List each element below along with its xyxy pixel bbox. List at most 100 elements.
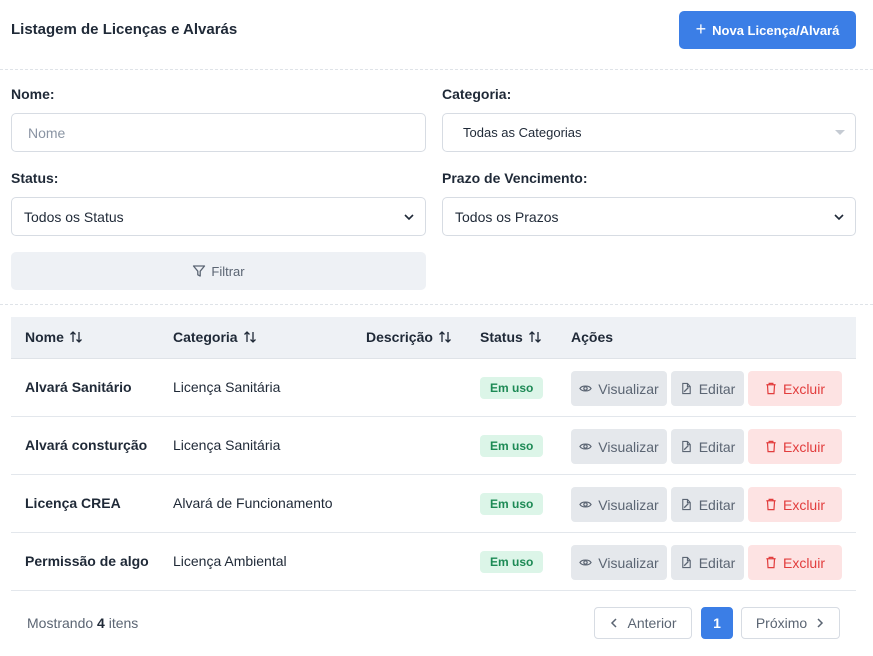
delete-button[interactable]: Excluir: [748, 429, 842, 464]
delete-button-label: Excluir: [782, 438, 825, 455]
plus-icon: +: [695, 19, 707, 39]
sort-icon: [528, 330, 542, 344]
edit-button-label: Editar: [698, 496, 736, 513]
sort-icon: [243, 330, 257, 344]
eye-icon: [579, 382, 593, 395]
chevron-down-icon: [833, 211, 845, 223]
status-badge: Em uso: [480, 377, 544, 399]
page-title: Listagem de Licenças e Alvarás: [11, 21, 238, 38]
cell-category: Licença Sanitária: [173, 437, 281, 453]
eye-icon: [579, 498, 593, 511]
page-button-current[interactable]: 1: [701, 607, 733, 639]
column-header-label: Categoria: [173, 329, 238, 345]
delete-button[interactable]: Excluir: [748, 487, 842, 522]
delete-button[interactable]: Excluir: [748, 371, 842, 406]
view-button[interactable]: Visualizar: [571, 429, 667, 464]
filter-button-label: Filtrar: [211, 263, 245, 279]
eye-icon: [579, 556, 593, 569]
status-select[interactable]: Todos os Status: [11, 197, 426, 236]
deadline-select[interactable]: Todos os Prazos: [442, 197, 856, 236]
filter-icon: [192, 264, 206, 278]
edit-button[interactable]: Editar: [671, 545, 744, 580]
edit-icon: [680, 498, 693, 511]
cell-name: Alvará Sanitário: [25, 379, 132, 395]
trash-icon: [765, 440, 777, 453]
delete-button-label: Excluir: [782, 554, 825, 571]
item-count: Mostrando 4 itens: [27, 615, 138, 631]
table-row: Alvará consturção Licença Sanitária Em u…: [11, 417, 856, 475]
column-header-actions: Ações: [571, 329, 613, 345]
filter-button[interactable]: Filtrar: [11, 252, 426, 290]
previous-page-button[interactable]: Anterior: [594, 607, 692, 639]
next-page-label: Próximo: [755, 615, 808, 631]
table-row: Alvará Sanitário Licença Sanitária Em us…: [11, 359, 856, 417]
column-header-label: Descrição: [366, 329, 433, 345]
trash-icon: [765, 556, 777, 569]
trash-icon: [765, 498, 777, 511]
new-license-button[interactable]: + Nova Licença/Alvará: [679, 11, 856, 49]
table-row: Permissão de algo Licença Ambiental Em u…: [11, 533, 856, 591]
trash-icon: [765, 382, 777, 395]
cell-name: Permissão de algo: [25, 553, 149, 569]
table-header: Nome Categoria Descrição Status Ações: [11, 317, 856, 359]
category-select[interactable]: Todas as Categorias: [442, 113, 856, 152]
section-divider: [0, 304, 873, 305]
column-header-category[interactable]: Categoria: [173, 329, 257, 345]
edit-button-label: Editar: [698, 380, 736, 397]
edit-icon: [680, 382, 693, 395]
deadline-select-value: Todos os Prazos: [455, 208, 559, 225]
view-button-label: Visualizar: [598, 438, 659, 455]
previous-page-label: Anterior: [627, 615, 677, 631]
view-button-label: Visualizar: [598, 496, 659, 513]
delete-button[interactable]: Excluir: [748, 545, 842, 580]
column-header-name[interactable]: Nome: [25, 329, 83, 345]
name-input[interactable]: Nome: [11, 113, 426, 152]
status-badge: Em uso: [480, 551, 544, 573]
cell-name: Licença CREA: [25, 495, 121, 511]
edit-button-label: Editar: [698, 554, 736, 571]
view-button[interactable]: Visualizar: [571, 487, 667, 522]
status-select-value: Todos os Status: [24, 208, 124, 225]
column-header-label: Nome: [25, 329, 64, 345]
column-header-label: Status: [480, 329, 523, 345]
item-count-value: 4: [97, 615, 105, 631]
next-page-button[interactable]: Próximo: [741, 607, 840, 639]
category-select-value: Todas as Categorias: [463, 125, 582, 140]
view-button-label: Visualizar: [598, 554, 659, 571]
chevron-right-icon: [815, 617, 825, 629]
sort-icon: [69, 330, 83, 344]
view-button[interactable]: Visualizar: [571, 545, 667, 580]
sort-icon: [438, 330, 452, 344]
deadline-label: Prazo de Vencimento:: [442, 170, 588, 186]
delete-button-label: Excluir: [782, 380, 825, 397]
edit-button[interactable]: Editar: [671, 487, 744, 522]
status-badge: Em uso: [480, 493, 544, 515]
chevron-down-icon: [403, 211, 415, 223]
view-button-label: Visualizar: [598, 380, 659, 397]
column-header-label: Ações: [571, 329, 614, 345]
table-row: Licença CREA Alvará de Funcionamento Em …: [11, 475, 856, 533]
caret-down-icon: [835, 130, 845, 135]
edit-button-label: Editar: [698, 438, 736, 455]
cell-category: Licença Sanitária: [173, 379, 281, 395]
eye-icon: [579, 440, 593, 453]
page-header: Listagem de Licenças e Alvarás + Nova Li…: [0, 0, 873, 70]
edit-button[interactable]: Editar: [671, 371, 744, 406]
column-header-description[interactable]: Descrição: [366, 329, 452, 345]
status-label: Status:: [11, 170, 59, 186]
edit-button[interactable]: Editar: [671, 429, 744, 464]
cell-category: Alvará de Funcionamento: [173, 495, 333, 511]
column-header-status[interactable]: Status: [480, 329, 542, 345]
name-label: Nome:: [11, 86, 55, 102]
item-count-suffix: itens: [108, 615, 139, 631]
chevron-left-icon: [609, 617, 619, 629]
edit-icon: [680, 440, 693, 453]
view-button[interactable]: Visualizar: [571, 371, 667, 406]
new-license-label: Nova Licença/Alvará: [712, 22, 840, 38]
edit-icon: [680, 556, 693, 569]
category-label: Categoria:: [442, 86, 512, 102]
status-badge: Em uso: [480, 435, 544, 457]
cell-category: Licença Ambiental: [173, 553, 287, 569]
item-count-prefix: Mostrando: [27, 615, 94, 631]
cell-name: Alvará consturção: [25, 437, 148, 453]
